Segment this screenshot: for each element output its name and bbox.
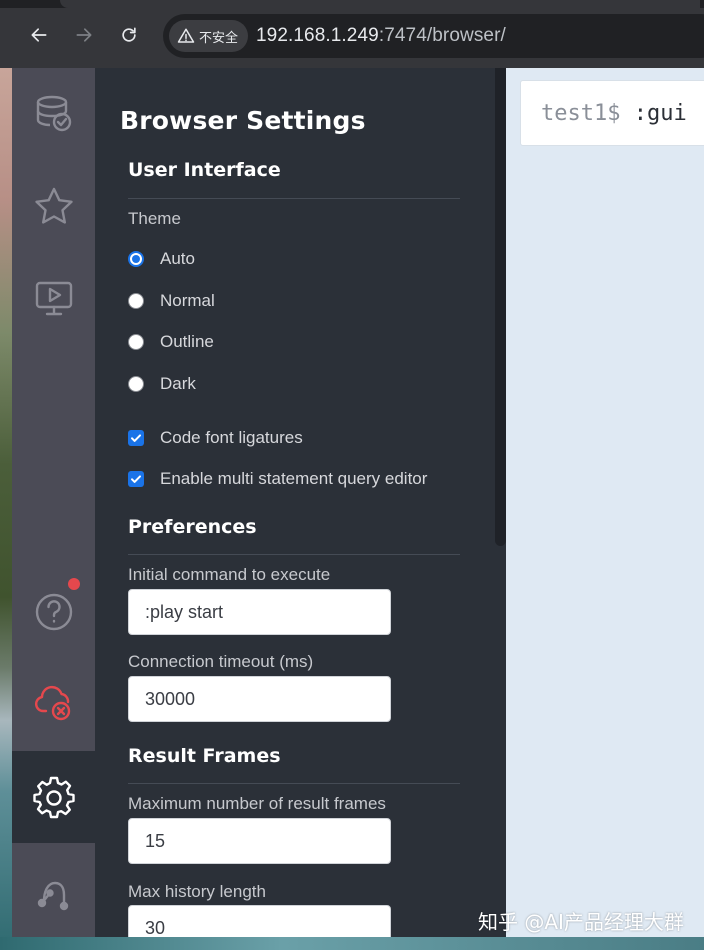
url-host: 192.168.1.249 — [256, 25, 379, 46]
multi-statement-label: Enable multi statement query editor — [160, 469, 428, 488]
sidebar-nav — [12, 68, 95, 937]
main-stream: test1$ :gui — [506, 68, 704, 937]
sidebar-item-database[interactable] — [12, 68, 95, 160]
sidebar-item-connection[interactable] — [12, 656, 95, 748]
sidebar-item-about[interactable] — [12, 845, 95, 937]
reload-icon — [122, 27, 136, 42]
radio-auto[interactable] — [128, 251, 144, 267]
forward-button[interactable] — [67, 18, 101, 52]
multi-statement-checkbox[interactable] — [128, 471, 144, 487]
arrow-right-icon — [76, 28, 92, 42]
disconnected-icon — [34, 685, 70, 721]
initial-command-label: Initial command to execute — [128, 565, 331, 584]
max-frames-input[interactable]: 15 — [128, 818, 391, 864]
database-icon — [36, 95, 71, 132]
security-label: 不安全 — [199, 30, 239, 46]
section-result-frames: Result Frames — [128, 745, 281, 767]
reload-button[interactable] — [112, 18, 146, 52]
active-tab-edge — [60, 0, 700, 8]
tab-strip — [0, 0, 704, 8]
editor-command[interactable]: :gui — [620, 101, 687, 126]
drawer-title: Browser Settings — [120, 106, 366, 135]
editor-prompt: test1$ :gui — [541, 101, 687, 126]
code-font-ligatures-option[interactable]: Code font ligatures — [128, 427, 303, 449]
theme-option-label: Dark — [160, 374, 196, 393]
warning-icon — [177, 28, 195, 43]
settings-drawer: Browser Settings User Interface Theme Au… — [95, 68, 506, 937]
browser-toolbar: 不安全 192.168.1.249:7474/browser/ — [0, 0, 704, 68]
drawer-scrollbar[interactable] — [495, 68, 506, 546]
max-history-input[interactable]: 30 — [128, 905, 391, 937]
theme-option-label: Normal — [160, 291, 215, 310]
checkmark-icon — [131, 475, 141, 483]
radio-dark[interactable] — [128, 376, 144, 392]
help-notification-dot — [68, 578, 80, 590]
theme-option-label: Outline — [160, 332, 214, 351]
prompt-text: test1$ — [541, 101, 621, 126]
ligatures-label: Code font ligatures — [160, 428, 303, 447]
ligatures-checkbox[interactable] — [128, 430, 144, 446]
star-icon — [34, 187, 73, 224]
sidebar-item-settings[interactable] — [12, 751, 95, 843]
address-bar[interactable]: 不安全 192.168.1.249:7474/browser/ — [163, 14, 704, 58]
desktop-wallpaper-strip — [0, 68, 12, 950]
theme-option-label: Auto — [160, 249, 195, 268]
theme-option-auto[interactable]: Auto — [128, 248, 195, 270]
theme-option-outline[interactable]: Outline — [128, 331, 214, 353]
theme-option-dark[interactable]: Dark — [128, 373, 196, 395]
sidebar-item-help[interactable] — [12, 566, 95, 658]
sidebar-item-favorites[interactable] — [12, 160, 95, 252]
theme-option-normal[interactable]: Normal — [128, 290, 215, 312]
url-path: :7474/browser/ — [378, 25, 506, 46]
theme-label: Theme — [128, 209, 181, 228]
watermark-text: 知乎 @AI产品经理大群 — [478, 910, 684, 934]
help-icon — [35, 593, 72, 631]
section-divider — [128, 783, 460, 784]
max-frames-label: Maximum number of result frames — [128, 794, 386, 813]
radio-outline[interactable] — [128, 334, 144, 350]
multi-statement-option[interactable]: Enable multi statement query editor — [128, 468, 427, 490]
checkmark-icon — [131, 434, 141, 442]
initial-command-input[interactable]: :play start — [128, 589, 391, 635]
section-divider — [128, 198, 460, 199]
security-chip[interactable]: 不安全 — [169, 20, 249, 52]
connection-timeout-input[interactable]: 30000 — [128, 676, 391, 722]
section-user-interface: User Interface — [128, 159, 281, 181]
radio-normal[interactable] — [128, 293, 144, 309]
arrow-left-icon — [31, 28, 47, 42]
section-preferences: Preferences — [128, 516, 257, 538]
sidebar-item-guides[interactable] — [12, 252, 95, 344]
url-text[interactable]: 192.168.1.249:7474/browser/ — [256, 25, 506, 47]
gear-icon — [32, 776, 75, 819]
query-editor[interactable]: test1$ :gui — [520, 80, 704, 146]
play-guide-icon — [35, 281, 72, 316]
section-divider — [128, 554, 460, 555]
neo4j-logo-icon — [37, 881, 68, 911]
desktop-wallpaper-bottom — [0, 937, 704, 950]
back-button[interactable] — [22, 18, 56, 52]
max-history-label: Max history length — [128, 882, 266, 901]
connection-timeout-label: Connection timeout (ms) — [128, 652, 314, 671]
